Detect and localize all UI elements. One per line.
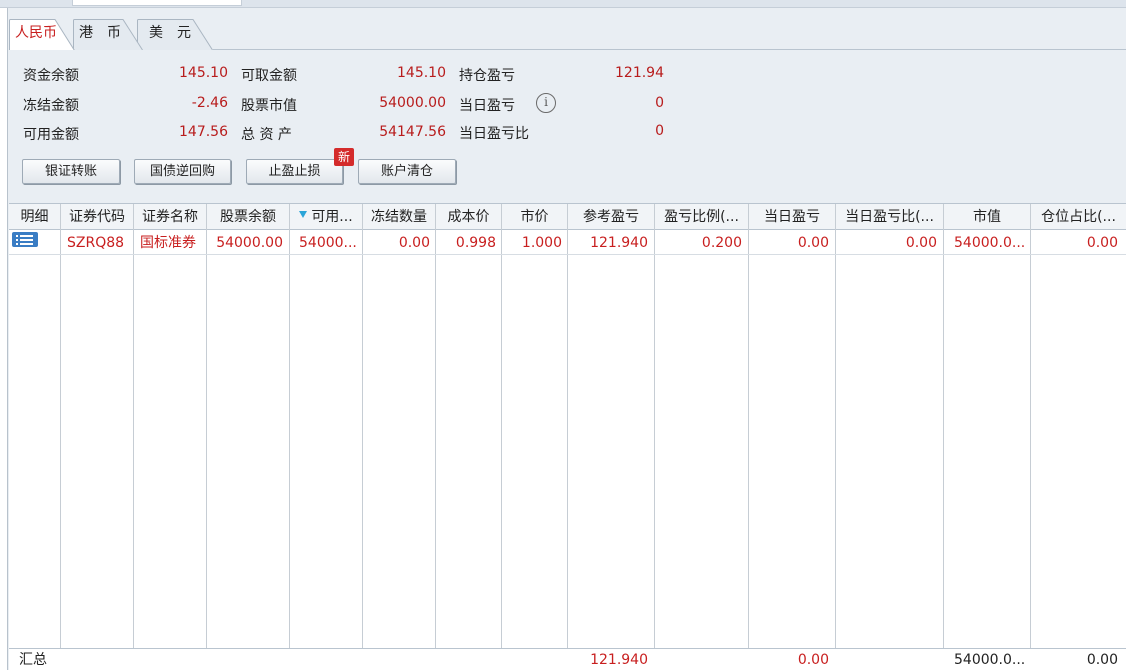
header-stock-balance[interactable]: 股票余额	[207, 204, 290, 230]
list-detail-icon[interactable]	[12, 232, 38, 247]
currency-tabs: 美 元 港 币 人民币	[9, 19, 1126, 50]
frozen-label: 冻结金额	[23, 98, 79, 114]
tab-hkd-label: 港 币	[79, 25, 121, 41]
new-badge: 新	[334, 148, 354, 166]
cell-ref-pnl: 121.940	[590, 235, 648, 251]
available-label: 可用金额	[23, 127, 79, 143]
column-divider	[362, 230, 363, 670]
position-pnl-label: 持仓盈亏	[459, 68, 515, 84]
column-divider	[289, 230, 290, 670]
cell-market-value: 54000.0...	[954, 235, 1026, 251]
withdrawable-label: 可取金额	[241, 68, 297, 84]
header-pnl-ratio[interactable]: 盈亏比例(...	[655, 204, 749, 230]
fund-balance-value: 145.10	[179, 65, 228, 81]
tab-hkd[interactable]: 港 币	[73, 19, 143, 50]
frozen-value: -2.46	[191, 95, 228, 111]
stock-value-value: 54000.00	[379, 95, 446, 111]
header-frozen-qty[interactable]: 冻结数量	[363, 204, 436, 230]
column-divider	[748, 230, 749, 670]
cell-code: SZRQ88	[67, 235, 125, 251]
today-pnl-value: 0	[655, 95, 664, 111]
account-summary: 资金余额 145.10 可取金额 145.10 持仓盈亏 121.94 冻结金额…	[9, 51, 1126, 203]
cell-frozen-qty: 0.00	[398, 235, 430, 251]
clear-position-button[interactable]: 账户清仓	[358, 159, 456, 184]
header-available-label: 可用...	[311, 209, 353, 225]
column-divider	[654, 230, 655, 670]
cell-position-ratio: 0.00	[1086, 235, 1118, 251]
cell-name: 国标准券	[140, 235, 196, 251]
column-divider	[835, 230, 836, 670]
left-edge	[0, 8, 8, 670]
header-cost-price[interactable]: 成本价	[436, 204, 502, 230]
totals-market-value: 54000.0...	[954, 652, 1026, 668]
bond-repo-button[interactable]: 国债逆回购	[134, 159, 231, 184]
header-code[interactable]: 证券代码	[61, 204, 134, 230]
available-value: 147.56	[179, 124, 228, 140]
column-divider	[943, 230, 944, 670]
row-divider	[9, 254, 1126, 255]
totals-today-pnl: 0.00	[797, 652, 829, 668]
bank-transfer-button[interactable]: 银证转账	[22, 159, 120, 184]
sort-desc-icon	[299, 211, 308, 218]
withdrawable-value: 145.10	[397, 65, 446, 81]
stock-value-label: 股票市值	[241, 98, 297, 114]
positions-table: 明细 证券代码 证券名称 股票余额 可用... 冻结数量 成本价 市价 参考盈亏…	[9, 203, 1126, 670]
info-icon[interactable]: i	[536, 93, 556, 113]
totals-position-ratio: 0.00	[1086, 652, 1118, 668]
cell-pnl-ratio: 0.200	[701, 235, 742, 251]
header-market-value[interactable]: 市值	[944, 204, 1031, 230]
fund-balance-label: 资金余额	[23, 68, 79, 84]
cell-stock-balance: 54000.00	[216, 235, 283, 251]
position-pnl-value: 121.94	[615, 65, 664, 81]
header-ref-pnl[interactable]: 参考盈亏	[568, 204, 655, 230]
column-divider	[567, 230, 568, 670]
header-position-ratio[interactable]: 仓位占比(...	[1031, 204, 1126, 230]
cell-available: 54000...	[299, 235, 357, 251]
header-detail[interactable]: 明细	[9, 204, 61, 230]
tab-rmb[interactable]: 人民币	[9, 19, 75, 50]
cell-today-pnl: 0.00	[797, 235, 829, 251]
table-header: 明细 证券代码 证券名称 股票余额 可用... 冻结数量 成本价 市价 参考盈亏…	[9, 203, 1126, 230]
tabs-baseline	[213, 49, 1126, 50]
column-divider	[133, 230, 134, 670]
column-divider	[1030, 230, 1031, 670]
header-name[interactable]: 证券名称	[134, 204, 207, 230]
cell-market-price: 1.000	[521, 235, 562, 251]
cell-today-pnl-ratio: 0.00	[905, 235, 937, 251]
today-pnl-ratio-label: 当日盈亏比	[459, 126, 529, 142]
total-assets-value: 54147.56	[379, 124, 446, 140]
tab-usd[interactable]: 美 元	[137, 19, 213, 50]
tab-rmb-label: 人民币	[15, 25, 57, 41]
column-divider	[435, 230, 436, 670]
header-market-price[interactable]: 市价	[502, 204, 568, 230]
totals-label: 汇总	[19, 652, 47, 668]
header-today-pnl-ratio[interactable]: 当日盈亏比(...	[836, 204, 944, 230]
top-window-strip	[0, 0, 1126, 8]
header-available[interactable]: 可用...	[290, 204, 363, 230]
window-tab	[72, 0, 242, 6]
today-pnl-ratio-value: 0	[655, 123, 664, 139]
header-today-pnl[interactable]: 当日盈亏	[749, 204, 836, 230]
column-divider	[60, 230, 61, 670]
column-divider	[206, 230, 207, 670]
column-divider	[501, 230, 502, 670]
cell-cost-price: 0.998	[455, 235, 496, 251]
totals-ref-pnl: 121.940	[590, 652, 648, 668]
today-pnl-label: 当日盈亏	[459, 98, 515, 114]
tab-usd-label: 美 元	[149, 25, 191, 41]
totals-row: 汇总 121.940 0.00 54000.0... 0.00	[9, 648, 1126, 670]
take-profit-stop-loss-button[interactable]: 止盈止损	[246, 159, 343, 184]
total-assets-label: 总 资 产	[241, 127, 292, 143]
